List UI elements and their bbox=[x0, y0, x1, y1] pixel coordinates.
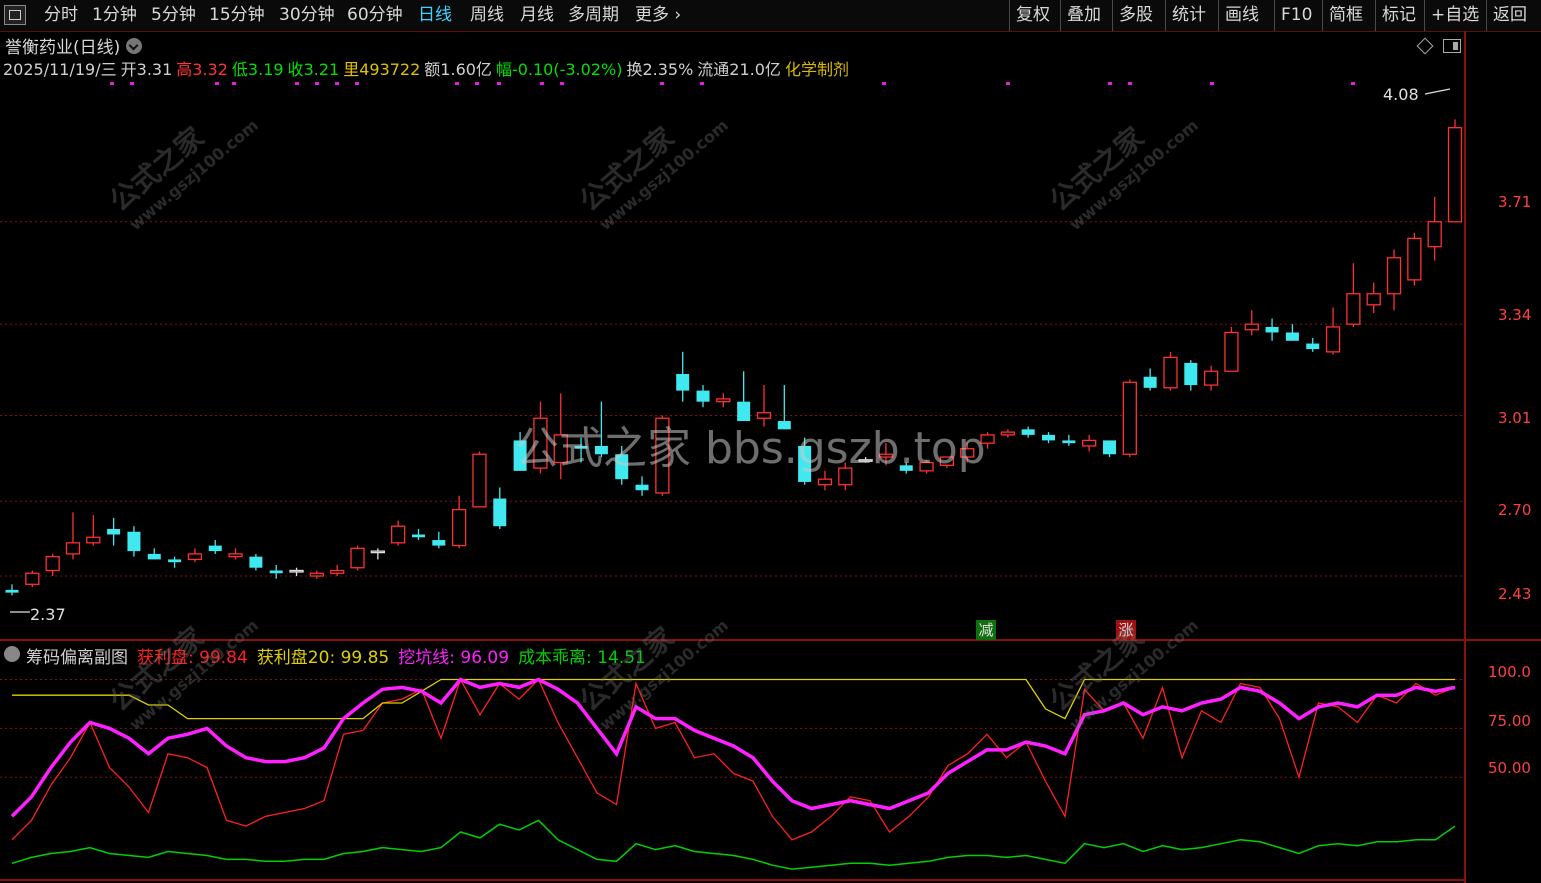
candle-body bbox=[45, 555, 60, 572]
indicator-series-line-2 bbox=[10, 677, 1456, 818]
signal-dot bbox=[882, 82, 886, 85]
candle-body bbox=[1000, 431, 1016, 436]
candle-body bbox=[208, 545, 222, 552]
candle-body bbox=[472, 453, 487, 508]
candle-body bbox=[1244, 323, 1259, 331]
candle-body bbox=[391, 525, 406, 544]
min-price-marker: 2.37 bbox=[30, 605, 66, 624]
indicator-legend: 筹码偏离副图 获利盘: 99.84 获利盘20: 99.85 挖坑线: 96.09 成本… bbox=[26, 643, 664, 668]
candle-body bbox=[1163, 356, 1178, 389]
signal-dot bbox=[1210, 82, 1214, 85]
candle-body bbox=[1325, 326, 1341, 353]
candle-body bbox=[127, 531, 141, 552]
candle-body bbox=[1122, 381, 1137, 455]
candle-body bbox=[1407, 237, 1422, 281]
candle-body bbox=[5, 589, 19, 593]
candle-body bbox=[168, 559, 182, 563]
signal-dot bbox=[1108, 82, 1112, 85]
price-axis-label: 2.70 bbox=[1498, 501, 1532, 519]
candle-body bbox=[676, 373, 690, 391]
candle-body bbox=[1143, 376, 1157, 388]
signal-dot bbox=[1351, 82, 1355, 85]
indicator-series-line-0 bbox=[11, 677, 1456, 841]
candle-body bbox=[1306, 343, 1320, 350]
candle-body bbox=[493, 498, 507, 527]
signal-dot bbox=[315, 82, 319, 85]
candle-body bbox=[635, 484, 649, 491]
candle-body bbox=[1102, 440, 1116, 455]
signal-dot bbox=[215, 82, 219, 85]
price-axis-label: 3.01 bbox=[1498, 409, 1532, 427]
candle-body bbox=[411, 534, 425, 538]
candle-body bbox=[1082, 439, 1097, 447]
signal-dot bbox=[130, 82, 134, 85]
indicator-item-2: 挖坑线: 96.09 bbox=[398, 648, 510, 668]
candle-body bbox=[1265, 326, 1279, 333]
signal-dot bbox=[560, 82, 564, 85]
indicator-series-line-3 bbox=[11, 819, 1456, 870]
price-axis-label: 3.34 bbox=[1498, 306, 1532, 324]
signal-dot bbox=[475, 82, 479, 85]
candle-body bbox=[187, 553, 203, 561]
candle-body bbox=[1042, 434, 1056, 441]
candle-body bbox=[86, 536, 101, 544]
signal-dot bbox=[295, 82, 299, 85]
indicator-item-1: 获利盘20: 99.85 bbox=[256, 648, 390, 668]
candle-body bbox=[696, 390, 710, 402]
signal-dot bbox=[660, 82, 664, 85]
candle-body bbox=[330, 569, 345, 574]
price-axis-label: 2.43 bbox=[1498, 585, 1532, 603]
candle-body bbox=[370, 550, 385, 554]
candle-body bbox=[1184, 362, 1198, 386]
signal-dot bbox=[540, 82, 544, 85]
candle-body bbox=[107, 528, 121, 535]
price-axis-label: 3.71 bbox=[1498, 193, 1532, 211]
candle-body bbox=[716, 398, 731, 403]
candle-body bbox=[350, 547, 365, 569]
candle-body bbox=[1447, 127, 1463, 223]
signal-dot bbox=[232, 82, 236, 85]
signal-dot bbox=[455, 82, 459, 85]
indicator-name: 筹码偏离副图 bbox=[26, 648, 128, 668]
max-price-marker: 4.08 bbox=[1383, 85, 1419, 104]
candle-body bbox=[1386, 257, 1402, 295]
candle-body bbox=[25, 572, 40, 585]
signal-dot bbox=[355, 82, 359, 85]
signal-dot bbox=[700, 82, 704, 85]
signal-dot bbox=[110, 82, 114, 85]
indicator-axis-label: 50.00 bbox=[1488, 759, 1531, 777]
candle-body bbox=[289, 569, 304, 573]
candle-body bbox=[1285, 332, 1299, 341]
candle-body bbox=[1427, 221, 1442, 248]
candle-body bbox=[249, 556, 263, 568]
candle-body bbox=[228, 553, 243, 558]
indicator-axis-label: 75.00 bbox=[1488, 712, 1531, 730]
candle-body bbox=[1346, 293, 1361, 325]
candle-body bbox=[1203, 370, 1219, 386]
candle-body bbox=[817, 478, 833, 486]
signal-dot bbox=[1128, 82, 1132, 85]
candle-body bbox=[1021, 429, 1035, 435]
indicator-menu-icon[interactable] bbox=[4, 646, 20, 662]
candle-body bbox=[65, 542, 81, 555]
indicator-series-line-1 bbox=[12, 678, 1455, 720]
max-marker-arrow bbox=[1424, 88, 1451, 95]
signal-dot bbox=[1006, 82, 1010, 85]
reduce-signal-marker[interactable]: 减 bbox=[976, 620, 996, 640]
signal-dot bbox=[335, 82, 339, 85]
candle-body bbox=[451, 508, 467, 547]
candle-body bbox=[1224, 331, 1239, 372]
candle-body bbox=[432, 540, 446, 546]
candle-body bbox=[147, 553, 161, 560]
candle-body bbox=[1366, 293, 1381, 306]
candle-body bbox=[309, 572, 325, 577]
watermark-text: 公式之家 bbs.gszb.top bbox=[515, 423, 986, 474]
indicator-axis-label: 100.0 bbox=[1488, 663, 1531, 681]
candle-body bbox=[1062, 440, 1076, 444]
candle-body bbox=[269, 570, 283, 574]
signal-dot bbox=[497, 82, 501, 85]
